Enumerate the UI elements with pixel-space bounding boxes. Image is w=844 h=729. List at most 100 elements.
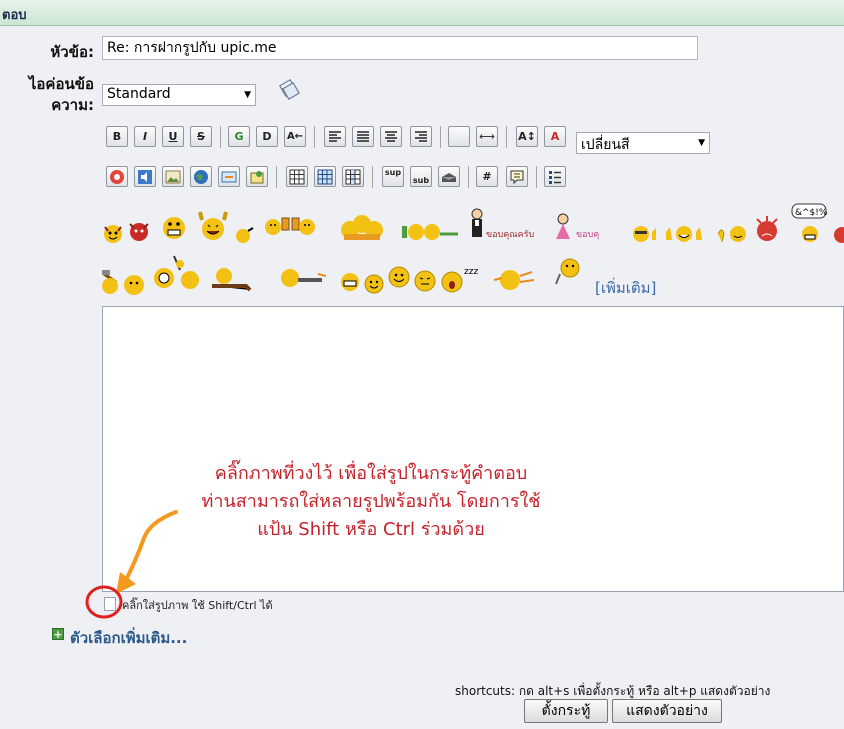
table-button[interactable] <box>286 166 308 187</box>
toolbar-separator <box>276 166 277 188</box>
flash-button[interactable] <box>106 166 128 187</box>
popup-icon <box>250 171 264 184</box>
cheer-smiley-icon[interactable] <box>198 210 228 242</box>
attach-image-text: คลิ๊กใส่รูปภาพ ใช้ Shift/Ctrl ได้ <box>122 599 273 612</box>
table-icon <box>289 169 305 185</box>
font-color-icon: A <box>550 130 560 143</box>
wave-smiley-icon[interactable] <box>234 226 254 244</box>
goalkeeper-smiley-icon[interactable] <box>152 252 212 294</box>
mail-icon <box>442 173 456 182</box>
subject-input[interactable] <box>102 36 698 60</box>
cool-smiley-icon[interactable] <box>632 224 660 244</box>
post-icon-select-value: Standard <box>107 86 171 102</box>
font-size-button[interactable]: A↕ <box>516 126 538 147</box>
hammer-smiley-icon[interactable] <box>100 268 150 296</box>
toolbar-separator <box>536 166 537 188</box>
align-right-button[interactable] <box>410 126 432 147</box>
align-center-button[interactable] <box>380 126 402 147</box>
align-left-button[interactable] <box>324 126 346 147</box>
horizontal-rule-button[interactable] <box>448 126 470 147</box>
image-button[interactable] <box>162 166 184 187</box>
table-row-button[interactable] <box>314 166 336 187</box>
angry-smiley-icon[interactable] <box>752 214 782 244</box>
popup-button[interactable] <box>246 166 268 187</box>
font-color-button[interactable]: A <box>544 126 566 147</box>
page-title: ตอบ <box>2 8 27 23</box>
thank-you-label: ขอบคุณครับ <box>486 230 535 240</box>
svg-text:&^$!%: &^$!% <box>795 208 828 218</box>
devil-smiley-icon[interactable] <box>102 222 124 244</box>
glow-icon: G <box>234 130 244 143</box>
subscript-button[interactable]: sub <box>410 166 432 187</box>
ok-smiley-icon[interactable] <box>716 224 748 244</box>
post-button[interactable]: ตั้งกระทู้ <box>524 699 608 723</box>
subscript-icon: sub <box>412 176 430 185</box>
note-line-3: แป้น Shift หรือ Ctrl ร่วมด้วย <box>257 519 485 540</box>
cheers-drink-smiley-icon[interactable] <box>400 220 464 244</box>
web-link-button[interactable] <box>190 166 212 187</box>
smile-smiley-icon[interactable] <box>364 274 384 294</box>
red-devil-smiley-icon[interactable] <box>126 218 152 244</box>
code-button[interactable]: # <box>476 166 498 187</box>
flash-icon <box>110 170 124 184</box>
swearing-smiley-icon[interactable]: &^$!% <box>790 202 828 244</box>
align-right-icon <box>415 131 427 142</box>
sign-smiley-icon[interactable] <box>554 258 584 286</box>
subject-label: หัวข้อ: <box>50 43 94 61</box>
winking-bird-smiley-icon[interactable] <box>492 268 536 292</box>
underline-button[interactable]: U <box>162 126 184 147</box>
chevron-down-icon: ▼ <box>698 138 705 148</box>
glow-button[interactable]: G <box>228 126 250 147</box>
post-icon-preview-icon <box>278 78 300 100</box>
bold-button[interactable]: B <box>106 126 128 147</box>
svg-text:zzz: zzz <box>464 267 478 277</box>
expand-plus-icon[interactable]: + <box>52 628 64 640</box>
beer-cheers-smiley-icon[interactable] <box>264 214 328 240</box>
color-select[interactable]: เปลี่ยนสี ▼ <box>576 132 710 154</box>
neutral-smiley-icon[interactable] <box>414 270 436 292</box>
sleepy-smiley-icon[interactable]: zzz <box>440 262 480 294</box>
toolbar-separator <box>372 166 373 188</box>
arrows-icon: ⟷ <box>479 130 495 143</box>
attach-image-icon[interactable] <box>104 597 116 611</box>
globe-icon <box>194 170 208 184</box>
strike-icon: S <box>197 130 205 143</box>
shadow-icon: D <box>262 130 272 143</box>
quote-button[interactable] <box>506 166 528 187</box>
move-button[interactable]: ⟷ <box>476 126 498 147</box>
more-options-link[interactable]: ตัวเลือกเพิ่มเติม... <box>70 626 187 650</box>
post-icon-select[interactable]: Standard ▼ <box>102 84 256 106</box>
superscript-button[interactable]: sup <box>382 166 404 187</box>
media-button[interactable] <box>134 166 156 187</box>
font-size-icon: A↕ <box>518 130 536 143</box>
shooter-smiley-icon[interactable] <box>278 266 328 292</box>
bow-girl-icon[interactable] <box>552 212 574 240</box>
scared-smiley-icon[interactable] <box>160 214 188 242</box>
reply-header: ตอบ <box>0 0 844 26</box>
email-button[interactable] <box>438 166 460 187</box>
note-line-2: ท่านสามารถใส่หลายรูปพร้อมกัน โดยการใช้ <box>201 491 541 512</box>
align-justify-button[interactable] <box>352 126 374 147</box>
link-button[interactable] <box>218 166 240 187</box>
message-editor[interactable] <box>102 306 844 592</box>
gun-smiley-icon[interactable] <box>210 266 252 292</box>
list-button[interactable] <box>544 166 566 187</box>
more-smileys-link[interactable]: [เพิ่มเติม] <box>595 276 656 300</box>
happy-smiley-icon[interactable] <box>388 266 410 288</box>
underline-icon: U <box>168 130 178 143</box>
shadow-button[interactable]: D <box>256 126 278 147</box>
group-smiley-icon[interactable] <box>338 212 386 244</box>
marquee-button[interactable]: A← <box>284 126 306 147</box>
preview-button[interactable]: แสดงตัวอย่าง <box>612 699 722 723</box>
red-face-smiley-icon[interactable] <box>832 226 844 244</box>
thank-you-man-icon[interactable] <box>470 208 484 242</box>
link-icon <box>221 171 237 183</box>
icon-label-line2: ความ: <box>51 96 94 114</box>
grin-smiley-icon[interactable] <box>340 272 360 292</box>
strike-button[interactable]: S <box>190 126 212 147</box>
table-column-button[interactable] <box>342 166 364 187</box>
bold-icon: B <box>112 130 122 143</box>
italic-button[interactable]: I <box>134 126 156 147</box>
table-row-icon <box>317 169 333 185</box>
thumbs-up-smiley-icon[interactable] <box>664 224 710 244</box>
